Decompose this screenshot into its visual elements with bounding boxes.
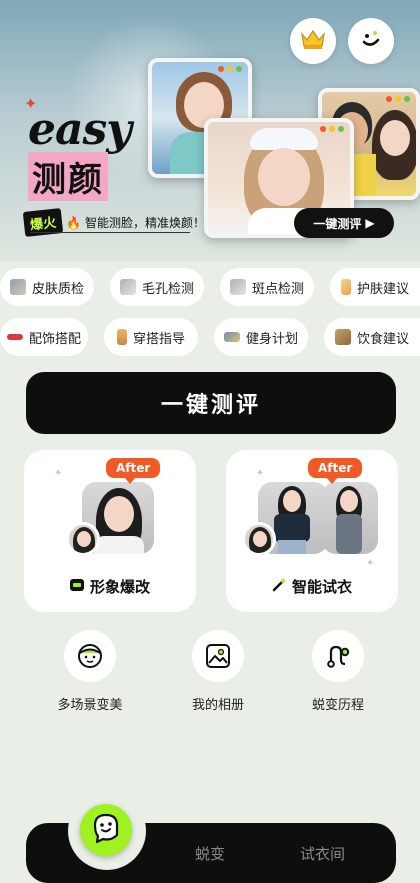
chip-outfit-guide[interactable]: 穿搭指导 [104, 318, 198, 356]
after-badge: After [308, 458, 363, 484]
home-tab-button[interactable] [80, 804, 132, 856]
sparkle-icon: ✦ [256, 468, 265, 479]
face-icon [64, 630, 116, 682]
chip-skincare-advice[interactable]: 护肤建议 [330, 268, 420, 306]
card-title-text: 形象爆改 [89, 578, 150, 596]
accessory-icon [6, 334, 23, 340]
card-image-makeover[interactable]: ✦ After 形象爆改 [24, 450, 196, 612]
crown-icon [300, 28, 326, 54]
chip-skin-check[interactable]: 皮肤质检 [0, 268, 94, 306]
after-badge: After [106, 458, 161, 484]
skin-check-icon [9, 279, 26, 295]
card-title-text: 智能试衣 [291, 578, 352, 596]
fitness-plan-icon [223, 332, 240, 342]
chip-label: 配饰搭配 [28, 331, 81, 347]
chip-label: 饮食建议 [356, 331, 409, 347]
tab-fitting-room[interactable]: 试衣间 [300, 843, 345, 864]
card-smart-fitting[interactable]: ✦ ✦ After 智能试衣 [226, 450, 398, 612]
chip-label: 皮肤质检 [31, 281, 84, 297]
hero-banner[interactable]: ✦ easy 测颜 爆火 🔥 智能测脸，精准焕颜！ 一键测评 ▶ [0, 0, 420, 262]
pore-detect-icon [119, 279, 136, 295]
quick-link-my-album[interactable]: 我的相册 [163, 630, 273, 713]
chip-row-2: 配饰搭配 穿搭指导 健身计划 饮食建议 [0, 318, 420, 356]
ghost-face-icon [89, 811, 123, 849]
spot-detect-icon [229, 279, 246, 295]
image-makeover-icon [69, 578, 84, 596]
chip-row-1: 皮肤质检 毛孔检测 斑点检测 护肤建议 [0, 268, 420, 306]
play-arrow-icon: ▶ [365, 216, 375, 230]
card-fitting-photo-2 [322, 482, 378, 554]
card-before-thumb [66, 522, 100, 556]
banner-eval-label: 一键测评 [313, 216, 362, 231]
chip-label: 毛孔检测 [141, 281, 194, 297]
app-logo-cn: 测颜 [28, 152, 108, 201]
diet-advice-icon [334, 329, 351, 345]
photo-album-icon [192, 630, 244, 682]
vip-crown-button[interactable] [290, 18, 336, 64]
chip-fitness-plan[interactable]: 健身计划 [214, 318, 308, 356]
skincare-advice-icon [340, 279, 351, 295]
tagline-divider [30, 232, 190, 233]
sparkle-icon: ✦ [54, 468, 63, 479]
sparkle-icon: ✦ [366, 558, 375, 569]
tab-transform[interactable]: 蜕变 [195, 843, 225, 864]
profile-smile-button[interactable] [348, 18, 394, 64]
banner-eval-button[interactable]: 一键测评 ▶ [294, 208, 394, 238]
tagline-text: 智能测脸，精准焕颜！ [84, 216, 205, 230]
card-title: 智能试衣 [226, 576, 398, 597]
magic-wand-icon [272, 578, 286, 596]
chip-diet-advice[interactable]: 饮食建议 [324, 318, 420, 356]
journey-path-icon [312, 630, 364, 682]
chip-pore-detect[interactable]: 毛孔检测 [110, 268, 204, 306]
quick-link-label: 蜕变历程 [311, 698, 364, 713]
chip-label: 斑点检测 [251, 281, 304, 297]
quick-link-journey[interactable]: 蜕变历程 [283, 630, 393, 713]
chip-accessory[interactable]: 配饰搭配 [0, 318, 88, 356]
chip-spot-detect[interactable]: 斑点检测 [220, 268, 314, 306]
one-click-eval-button[interactable]: 一键测评 [26, 372, 396, 434]
chip-label: 健身计划 [245, 331, 298, 347]
chip-label: 穿搭指导 [132, 331, 185, 347]
outfit-guide-icon [116, 329, 127, 345]
chip-label: 护肤建议 [356, 281, 409, 297]
quick-link-label: 我的相册 [191, 698, 244, 713]
fire-icon: 🔥 [66, 215, 81, 230]
smiley-face-icon [358, 26, 384, 56]
quick-link-label: 多场景变美 [57, 698, 123, 713]
app-logo-easy: easy [28, 104, 132, 155]
quick-link-multi-scene[interactable]: 多场景变美 [35, 630, 145, 713]
card-before-thumb [242, 522, 276, 556]
card-title: 形象爆改 [24, 576, 196, 597]
